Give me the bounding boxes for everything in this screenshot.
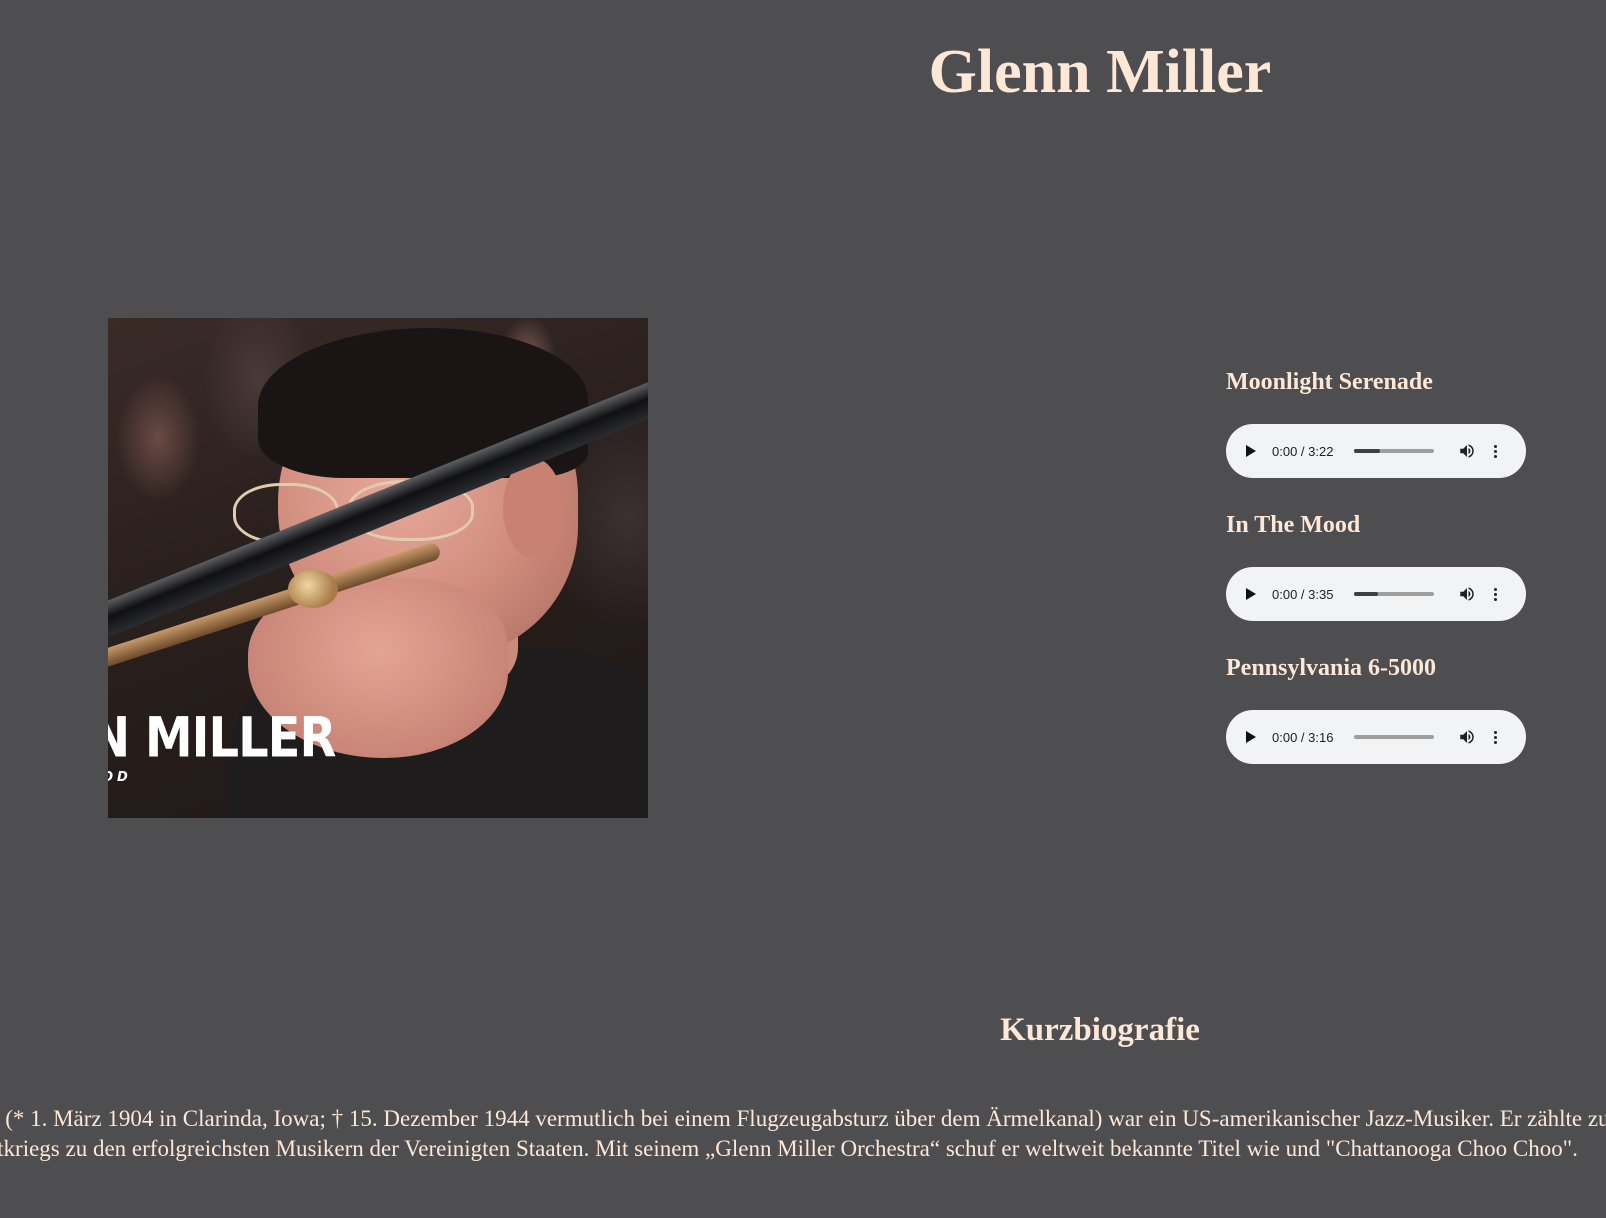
volume-icon[interactable] xyxy=(1458,442,1476,460)
bio-text: Glenn Miller (* 1. März 1904 in Clarinda… xyxy=(0,1106,1606,1161)
audio-player: 0:00 / 3:35 xyxy=(1226,567,1526,621)
track-time: 0:00 / 3:35 xyxy=(1272,586,1334,602)
track-item: In The Mood 0:00 / 3:35 xyxy=(1226,509,1546,652)
audio-player: 0:00 / 3:16 xyxy=(1226,710,1526,764)
track-time: 0:00 / 3:22 xyxy=(1272,443,1334,459)
bio-heading: Kurzbiografie xyxy=(1000,1012,1200,1048)
seek-bar[interactable] xyxy=(1354,449,1434,453)
track-item: Moonlight Serenade 0:00 / 3:22 xyxy=(1226,366,1546,509)
page: Glenn Miller N MILLER OD Moonlight Seren… xyxy=(0,0,1606,1218)
album-cover-image: N MILLER OD xyxy=(108,318,648,818)
seek-bar-fill xyxy=(1354,592,1378,596)
more-vert-icon[interactable] xyxy=(1488,585,1502,603)
seek-bar-fill xyxy=(1354,449,1380,453)
album-overlay-text: N MILLER xyxy=(108,706,336,771)
seek-bar[interactable] xyxy=(1354,592,1434,596)
trombone-mouthpiece xyxy=(288,570,338,608)
page-title: Glenn Miller xyxy=(928,38,1272,106)
track-item: Pennsylvania 6-5000 0:00 / 3:16 xyxy=(1226,652,1546,795)
track-title: In The Mood xyxy=(1226,512,1361,538)
play-icon[interactable] xyxy=(1246,445,1256,457)
track-title: Moonlight Serenade xyxy=(1226,369,1433,395)
play-icon[interactable] xyxy=(1246,731,1256,743)
play-icon[interactable] xyxy=(1246,588,1256,600)
track-list: Moonlight Serenade 0:00 / 3:22 In The Mo… xyxy=(1226,366,1546,795)
track-time: 0:00 / 3:16 xyxy=(1272,729,1334,745)
volume-icon[interactable] xyxy=(1458,728,1476,746)
album-overlay-subtext: OD xyxy=(108,770,132,785)
more-vert-icon[interactable] xyxy=(1488,728,1502,746)
volume-icon[interactable] xyxy=(1458,585,1476,603)
seek-bar[interactable] xyxy=(1354,735,1434,739)
more-vert-icon[interactable] xyxy=(1488,442,1502,460)
audio-player: 0:00 / 3:22 xyxy=(1226,424,1526,478)
track-title: Pennsylvania 6-5000 xyxy=(1226,655,1437,681)
